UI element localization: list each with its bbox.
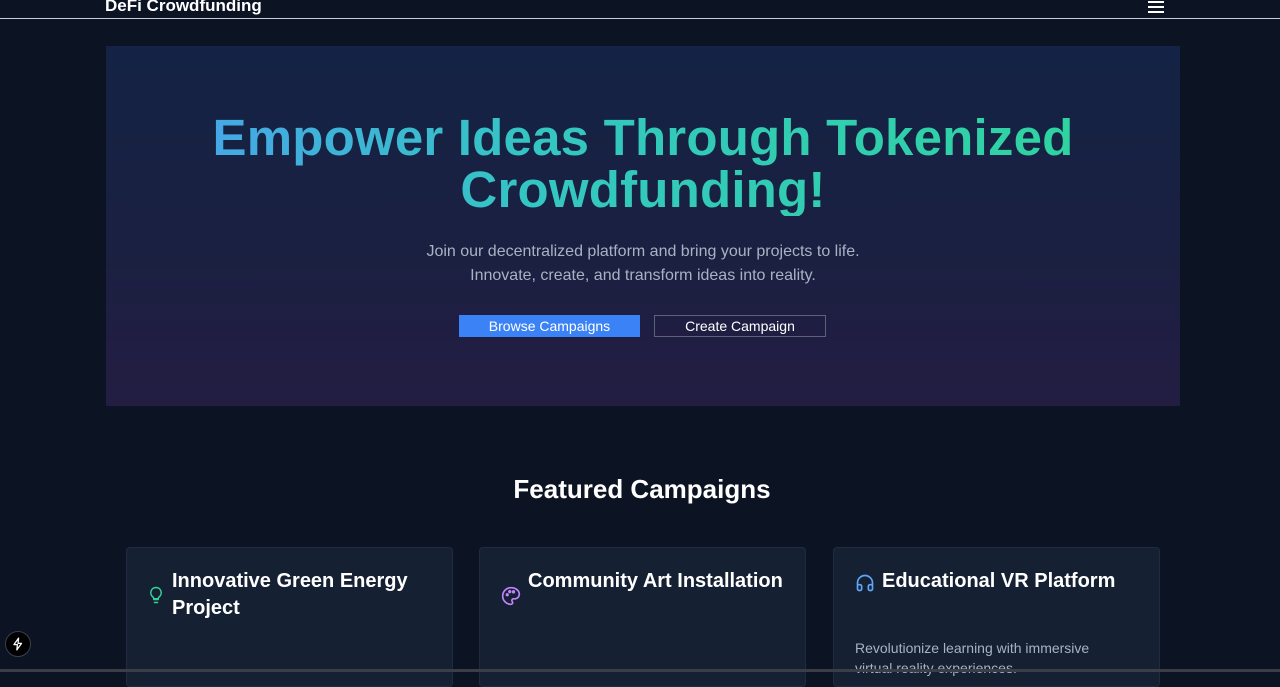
hero-section: Empower Ideas Through Tokenized Crowdfun… bbox=[106, 46, 1180, 406]
campaign-title: Innovative Green Energy Project bbox=[172, 570, 408, 619]
top-navbar: DeFi Crowdfunding bbox=[0, 0, 1280, 19]
campaign-card-green-energy[interactable]: Innovative Green Energy Project bbox=[126, 547, 453, 687]
campaign-description: Revolutionize learning with immersive vi… bbox=[855, 640, 1090, 676]
brand-logo-text[interactable]: DeFi Crowdfunding bbox=[105, 0, 262, 16]
hamburger-menu-icon[interactable] bbox=[1146, 0, 1166, 14]
lightbulb-icon bbox=[147, 586, 165, 604]
featured-campaigns-heading: Featured Campaigns bbox=[513, 474, 771, 504]
hero-subtitle-line-2: Innovate, create, and transform ideas in… bbox=[470, 267, 816, 284]
campaign-title: Community Art Installation bbox=[528, 570, 783, 592]
hero-title: Empower Ideas Through Tokenized Crowdfun… bbox=[106, 112, 1180, 216]
headphones-icon bbox=[855, 573, 874, 592]
lightning-bolt-icon[interactable] bbox=[5, 631, 31, 657]
campaign-card-educational-vr[interactable]: Educational VR Platform Revolutionize le… bbox=[833, 547, 1160, 687]
hero-subtitle: Join our decentralized platform and brin… bbox=[106, 240, 1180, 288]
palette-icon bbox=[501, 586, 521, 606]
campaign-card-community-art[interactable]: Community Art Installation bbox=[479, 547, 806, 687]
create-campaign-button[interactable]: Create Campaign bbox=[654, 315, 826, 337]
campaign-title: Educational VR Platform bbox=[882, 570, 1116, 592]
hero-subtitle-line-1: Join our decentralized platform and brin… bbox=[426, 243, 860, 260]
browse-campaigns-button[interactable]: Browse Campaigns bbox=[459, 315, 640, 337]
